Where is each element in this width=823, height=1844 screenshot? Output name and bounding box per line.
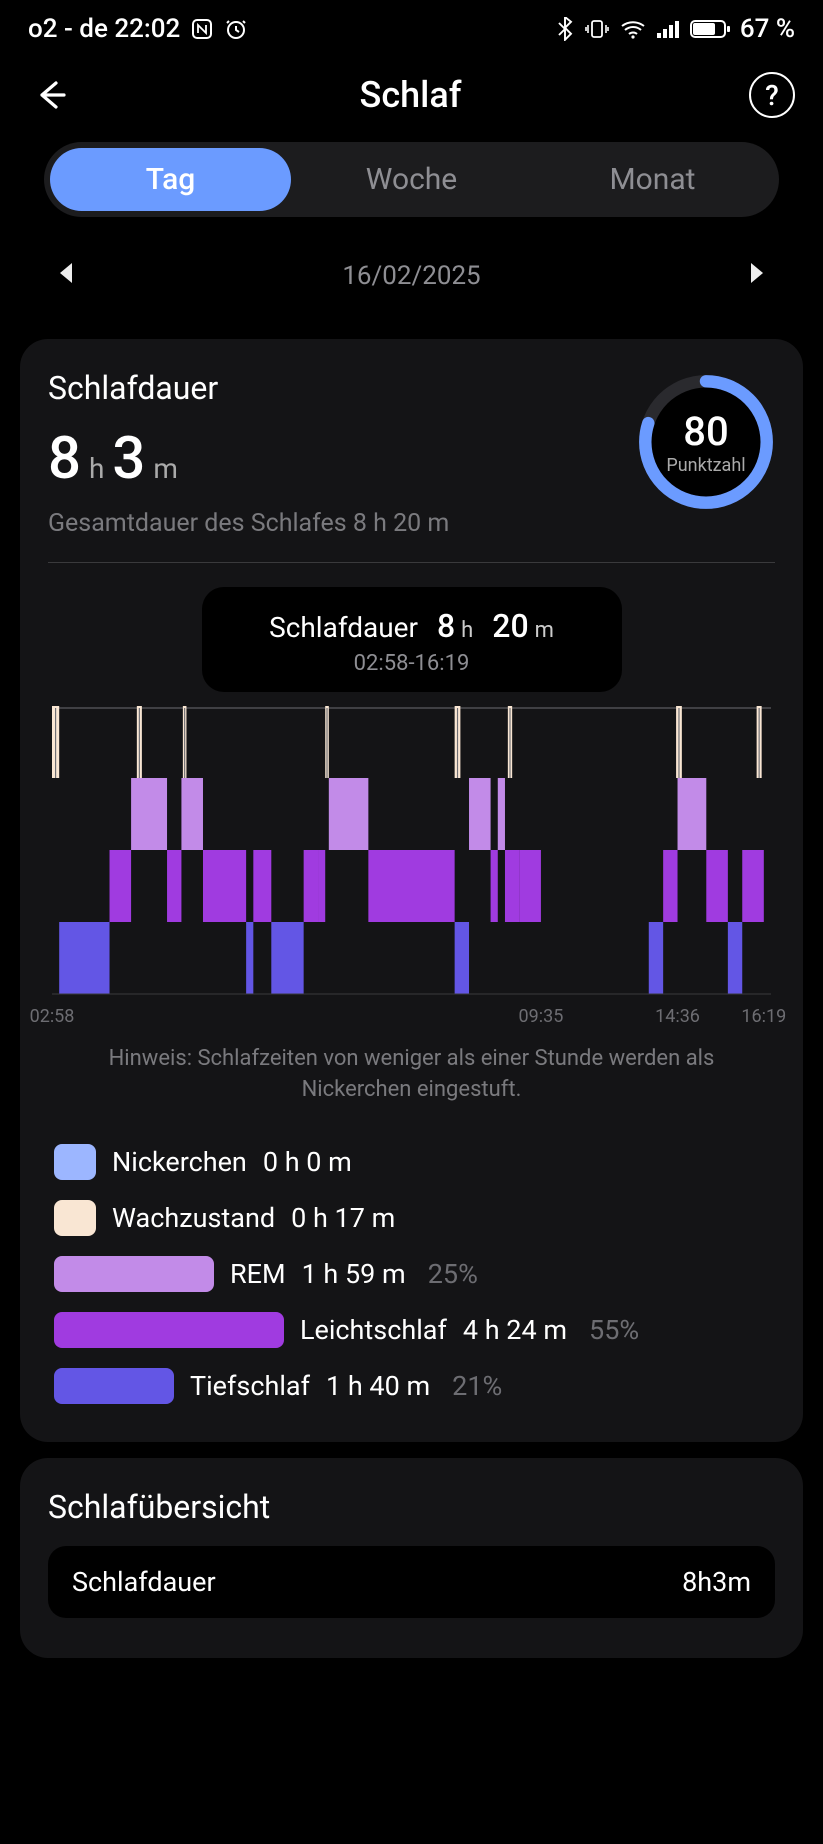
sleep-overview-card: Schlafübersicht Schlafdauer 8h3m bbox=[20, 1458, 803, 1658]
legend-name: Nickerchen bbox=[112, 1146, 247, 1178]
tooltip-h: 8 bbox=[437, 607, 455, 645]
divider bbox=[48, 562, 775, 563]
axis-tick: 02:58 bbox=[30, 1006, 75, 1027]
back-button[interactable] bbox=[28, 73, 72, 117]
legend-value: 1 h 40 m bbox=[326, 1370, 430, 1402]
score-label: Punktzahl bbox=[666, 455, 745, 476]
chart-axis: 02:5809:3514:3616:19 bbox=[52, 1000, 771, 1022]
legend-swatch bbox=[54, 1144, 96, 1180]
legend-pct: 25% bbox=[428, 1258, 478, 1290]
legend-item: Wachzustand 0 h 17 m bbox=[48, 1190, 775, 1246]
legend-swatch bbox=[54, 1256, 214, 1292]
tooltip-title: Schlafdauer bbox=[269, 611, 418, 644]
status-right: 67 % bbox=[556, 14, 795, 44]
nfc-icon bbox=[190, 17, 214, 41]
axis-tick: 14:36 bbox=[655, 1006, 700, 1027]
legend-name: Tiefschlaf bbox=[190, 1370, 310, 1402]
tab-monat[interactable]: Monat bbox=[532, 148, 773, 211]
bluetooth-icon bbox=[556, 17, 574, 41]
score-value: 80 bbox=[683, 408, 728, 455]
chart-note: Hinweis: Schlafzeiten von weniger als ei… bbox=[48, 1022, 775, 1134]
status-left: o2 - de 22:02 bbox=[28, 14, 248, 44]
hours-value: 8 bbox=[48, 425, 81, 493]
legend-item: Tiefschlaf 1 h 40 m 21% bbox=[48, 1358, 775, 1414]
legend-swatch bbox=[54, 1200, 96, 1236]
minutes-unit: m bbox=[153, 452, 178, 485]
alarm-icon bbox=[224, 17, 248, 41]
date-prev-button[interactable] bbox=[56, 261, 76, 291]
legend-item: Nickerchen 0 h 0 m bbox=[48, 1134, 775, 1190]
sleep-duration-card: Schlafdauer 8 h 3 m Gesamtdauer des Schl… bbox=[20, 339, 803, 1442]
legend-value: 4 h 24 m bbox=[463, 1314, 567, 1346]
overview-title: Schlafübersicht bbox=[48, 1488, 775, 1526]
date-next-button[interactable] bbox=[747, 261, 767, 291]
tab-woche[interactable]: Woche bbox=[291, 148, 532, 211]
page-title: Schlaf bbox=[360, 74, 462, 116]
axis-tick: 16:19 bbox=[741, 1006, 786, 1027]
sleep-card-title: Schlafdauer bbox=[48, 369, 637, 407]
legend-name: Leichtschlaf bbox=[300, 1314, 447, 1346]
header: Schlaf ? bbox=[0, 52, 823, 142]
overview-row-value: 8h3m bbox=[682, 1566, 751, 1598]
sleep-duration: 8 h 3 m bbox=[48, 425, 637, 493]
date-nav: 16/02/2025 bbox=[0, 217, 823, 323]
chart-tooltip: Schlafdauer 8 h 20 m 02:58-16:19 bbox=[202, 587, 622, 692]
tooltip-m: 20 bbox=[492, 607, 528, 645]
tooltip-h-unit: h bbox=[461, 618, 473, 643]
chart-legend: Nickerchen 0 h 0 mWachzustand 0 h 17 mRE… bbox=[48, 1134, 775, 1414]
battery-icon bbox=[690, 19, 730, 39]
vibrate-icon bbox=[584, 17, 610, 41]
legend-swatch bbox=[54, 1312, 284, 1348]
wifi-icon bbox=[620, 18, 646, 40]
total-duration-text: Gesamtdauer des Schlafes 8 h 20 m bbox=[48, 509, 637, 538]
date-label: 16/02/2025 bbox=[342, 261, 480, 291]
legend-value: 1 h 59 m bbox=[302, 1258, 406, 1290]
axis-tick: 09:35 bbox=[518, 1006, 563, 1027]
legend-item: REM 1 h 59 m 25% bbox=[48, 1246, 775, 1302]
legend-swatch bbox=[54, 1368, 174, 1404]
legend-name: REM bbox=[230, 1258, 286, 1290]
carrier-time: o2 - de 22:02 bbox=[28, 14, 180, 44]
tooltip-m-unit: m bbox=[535, 618, 554, 643]
overview-row-label: Schlafdauer bbox=[72, 1566, 216, 1598]
legend-value: 0 h 17 m bbox=[291, 1202, 395, 1234]
sleep-chart[interactable]: 02:5809:3514:3616:19 bbox=[48, 706, 775, 1022]
tooltip-range: 02:58-16:19 bbox=[226, 651, 598, 676]
minutes-value: 3 bbox=[112, 425, 145, 493]
hours-unit: h bbox=[89, 452, 104, 485]
battery-text: 67 % bbox=[740, 14, 795, 44]
tab-bar: TagWocheMonat bbox=[44, 142, 779, 217]
signal-icon bbox=[656, 19, 680, 39]
help-button[interactable]: ? bbox=[749, 72, 795, 118]
legend-item: Leichtschlaf 4 h 24 m 55% bbox=[48, 1302, 775, 1358]
status-bar: o2 - de 22:02 67 % bbox=[0, 0, 823, 52]
overview-row[interactable]: Schlafdauer 8h3m bbox=[48, 1546, 775, 1618]
legend-name: Wachzustand bbox=[112, 1202, 275, 1234]
tab-tag[interactable]: Tag bbox=[50, 148, 291, 211]
legend-pct: 55% bbox=[589, 1314, 639, 1346]
legend-value: 0 h 0 m bbox=[263, 1146, 352, 1178]
legend-pct: 21% bbox=[452, 1370, 502, 1402]
score-ring[interactable]: 80 Punktzahl bbox=[637, 373, 775, 511]
